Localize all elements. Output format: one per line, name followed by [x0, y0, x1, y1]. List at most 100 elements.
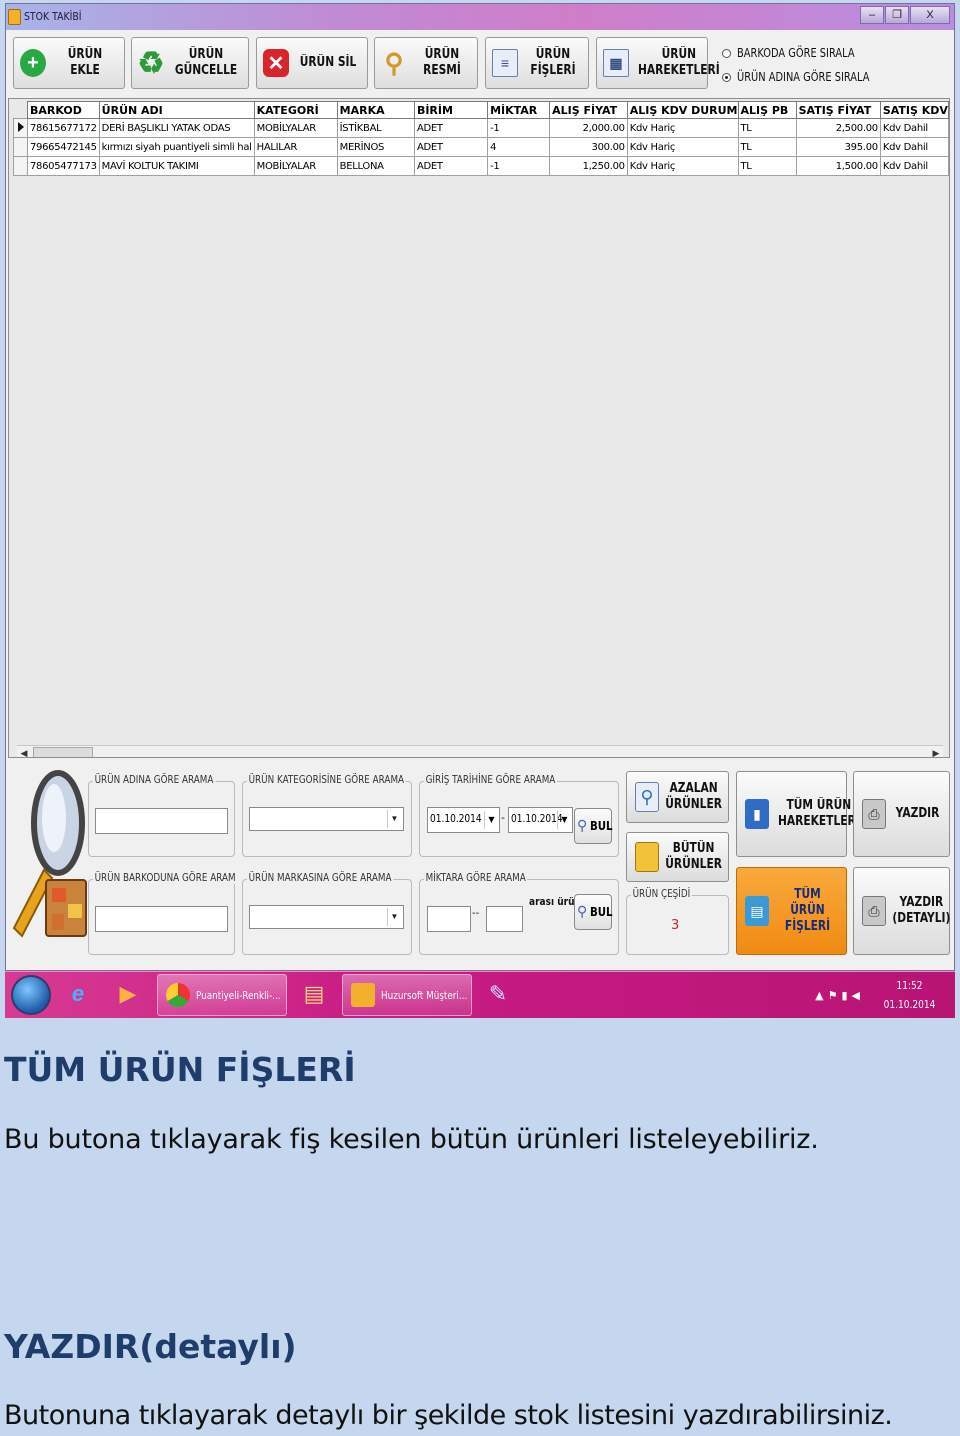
- row-selector[interactable]: [13, 118, 28, 138]
- start-button[interactable]: [11, 975, 51, 1015]
- taskbar-chrome[interactable]: Puantiyeli-Renkli-...: [157, 974, 287, 1016]
- sort-barkod-radio[interactable]: [722, 48, 731, 58]
- tum-urun-fisleri-button[interactable]: ▤ TÜM ÜRÜN FİŞLERİ: [736, 867, 847, 955]
- cell-alis-pb[interactable]: TL: [737, 137, 797, 157]
- urun-adi-search-input[interactable]: [95, 808, 228, 834]
- scroll-thumb[interactable]: [33, 747, 93, 757]
- yazdir-button[interactable]: ⎙ YAZDIR: [853, 771, 950, 857]
- chevron-down-icon[interactable]: ▼: [557, 811, 571, 829]
- section-paragraph-2: Butonuna tıklayarak detaylı bir şekilde …: [4, 1400, 893, 1431]
- tray-icons[interactable]: ▲⚑▮◀: [815, 989, 864, 1002]
- col-miktar[interactable]: MİKTAR: [487, 101, 551, 119]
- table-row[interactable]: 79665472145 kırmızı siyah puantiyeli sim…: [13, 137, 949, 157]
- cell-birim[interactable]: ADET: [413, 137, 489, 157]
- cell-birim[interactable]: ADET: [413, 156, 489, 176]
- col-alis-fiyat[interactable]: ALIŞ FİYAT: [549, 101, 628, 119]
- yazdir-detayli-button[interactable]: ⎙ YAZDIR (DETAYLI): [853, 867, 950, 955]
- cell-birim[interactable]: ADET: [413, 118, 489, 138]
- tum-urun-hareketleri-button[interactable]: ▮ TÜM ÜRÜN HAREKETLERİ: [736, 771, 860, 857]
- minimize-button[interactable]: ‒: [860, 6, 884, 24]
- row-selector[interactable]: [13, 156, 28, 176]
- scroll-right-icon[interactable]: ▶: [929, 746, 943, 757]
- miktar-min-input[interactable]: [427, 906, 471, 932]
- cell-miktar[interactable]: -1: [487, 118, 551, 138]
- section-heading-yazdir-detayli: YAZDIR(detaylı): [4, 1327, 297, 1366]
- urun-resmi-button[interactable]: ⚲ ÜRÜN RESMİ: [374, 37, 478, 89]
- maximize-button[interactable]: ❐: [885, 6, 909, 24]
- cell-urun-adi[interactable]: MAVİ KOLTUK TAKIMI: [98, 156, 255, 176]
- col-alis-kdv[interactable]: ALIŞ KDV DURUM: [626, 101, 739, 119]
- cell-alis-pb[interactable]: TL: [737, 118, 797, 138]
- cell-satis-fiyat[interactable]: 395.00: [795, 137, 881, 157]
- cell-miktar[interactable]: -1: [487, 156, 551, 176]
- urun-hareketleri-button[interactable]: ▦ ÜRÜN HAREKETLERİ: [596, 37, 720, 89]
- cell-barkod[interactable]: 78615677172: [26, 118, 100, 138]
- col-satis-fiyat[interactable]: SATIŞ FİYAT: [795, 101, 881, 119]
- scroll-left-icon[interactable]: ◀: [17, 746, 31, 757]
- chevron-down-icon[interactable]: ▼: [387, 908, 401, 926]
- media-player-icon[interactable]: ▶: [113, 979, 143, 1009]
- paint-icon[interactable]: ✎: [483, 979, 513, 1009]
- col-marka[interactable]: MARKA: [336, 101, 415, 119]
- table-row[interactable]: 78605477173 MAVİ KOLTUK TAKIMI MOBİLYALA…: [13, 156, 949, 176]
- cell-alis-kdv[interactable]: Kdv Hariç: [626, 137, 739, 157]
- butun-urunler-button[interactable]: BÜTÜN ÜRÜNLER: [626, 832, 729, 882]
- cell-satis-kdv[interactable]: Kdv Dahil: [879, 156, 949, 176]
- cell-barkod[interactable]: 79665472145: [26, 137, 100, 157]
- col-satis-kdv[interactable]: SATIŞ KDV: [879, 101, 949, 119]
- cell-alis-kdv[interactable]: Kdv Hariç: [626, 156, 739, 176]
- cell-alis-fiyat[interactable]: 2,000.00: [549, 118, 628, 138]
- cell-alis-pb[interactable]: TL: [737, 156, 797, 176]
- barkod-search-input[interactable]: [95, 906, 228, 932]
- file-explorer-icon[interactable]: ▤: [299, 979, 329, 1009]
- cell-kategori[interactable]: HALILAR: [253, 137, 338, 157]
- cell-urun-adi[interactable]: DERİ BAŞLIKLI YATAK ODAS: [98, 118, 255, 138]
- table-row[interactable]: 78615677172 DERİ BAŞLIKLI YATAK ODAS MOB…: [13, 118, 949, 138]
- azalan-urunler-button[interactable]: ⚲ AZALAN ÜRÜNLER: [626, 771, 729, 823]
- miktar-max-input[interactable]: [486, 906, 523, 932]
- close-button[interactable]: X: [910, 6, 950, 24]
- urun-fisleri-button[interactable]: ≡ ÜRÜN FİŞLERİ: [485, 37, 589, 89]
- miktar-bul-button[interactable]: ⚲ BUL: [574, 894, 613, 930]
- col-birim[interactable]: BİRİM: [413, 101, 489, 119]
- cell-alis-fiyat[interactable]: 300.00: [549, 137, 628, 157]
- col-kategori[interactable]: KATEGORİ: [253, 101, 338, 119]
- clock[interactable]: 11:52 01.10.2014: [878, 976, 941, 1014]
- cell-kategori[interactable]: MOBİLYALAR: [253, 118, 338, 138]
- cell-alis-fiyat[interactable]: 1,250.00: [549, 156, 628, 176]
- cell-kategori[interactable]: MOBİLYALAR: [253, 156, 338, 176]
- cell-satis-fiyat[interactable]: 2,500.00: [795, 118, 881, 138]
- date-from-picker[interactable]: 01.10.2014 ▼: [427, 807, 500, 833]
- chrome-icon: [166, 983, 190, 1007]
- horizontal-scrollbar[interactable]: ◀ ▶: [17, 745, 943, 757]
- chevron-down-icon[interactable]: ▼: [387, 810, 401, 828]
- urun-guncelle-button[interactable]: ♻ ÜRÜN GÜNCELLE: [131, 37, 249, 89]
- marka-select[interactable]: ▼: [249, 905, 404, 929]
- cell-barkod[interactable]: 78605477173: [26, 156, 100, 176]
- cell-satis-kdv[interactable]: Kdv Dahil: [879, 137, 949, 157]
- cell-satis-kdv[interactable]: Kdv Dahil: [879, 118, 949, 138]
- sort-ad-radio[interactable]: [722, 72, 731, 82]
- cell-urun-adi[interactable]: kırmızı siyah puantiyeli simli hal: [98, 137, 255, 157]
- cell-marka[interactable]: İSTİKBAL: [336, 118, 415, 138]
- cell-satis-fiyat[interactable]: 1,500.00: [795, 156, 881, 176]
- internet-explorer-icon[interactable]: e: [63, 979, 93, 1009]
- cell-marka[interactable]: MERİNOS: [336, 137, 415, 157]
- cell-alis-kdv[interactable]: Kdv Hariç: [626, 118, 739, 138]
- col-barkod[interactable]: BARKOD: [26, 101, 100, 119]
- kategori-select[interactable]: ▼: [249, 807, 404, 831]
- cell-marka[interactable]: BELLONA: [336, 156, 415, 176]
- col-alis-pb[interactable]: ALIŞ PB: [737, 101, 797, 119]
- sort-barkod-option[interactable]: BARKODA GÖRE SIRALA: [722, 46, 880, 60]
- taskbar-huzursoft[interactable]: Huzursoft Müşteri...: [342, 974, 472, 1016]
- urun-ekle-button[interactable]: + ÜRÜN EKLE: [13, 37, 125, 89]
- chevron-down-icon[interactable]: ▼: [484, 811, 498, 829]
- col-urun-adi[interactable]: ÜRÜN ADI: [98, 101, 255, 119]
- date-to-picker[interactable]: 01.10.2014 ▼: [508, 807, 573, 833]
- tarih-bul-button[interactable]: ⚲ BUL: [574, 808, 613, 844]
- product-grid[interactable]: BARKOD ÜRÜN ADI KATEGORİ MARKA BİRİM MİK…: [8, 98, 950, 758]
- cell-miktar[interactable]: 4: [487, 137, 551, 157]
- urun-sil-button[interactable]: ✕ ÜRÜN SİL: [256, 37, 368, 89]
- sort-ad-option[interactable]: ÜRÜN ADINA GÖRE SIRALA: [722, 70, 899, 84]
- row-selector[interactable]: [13, 137, 28, 157]
